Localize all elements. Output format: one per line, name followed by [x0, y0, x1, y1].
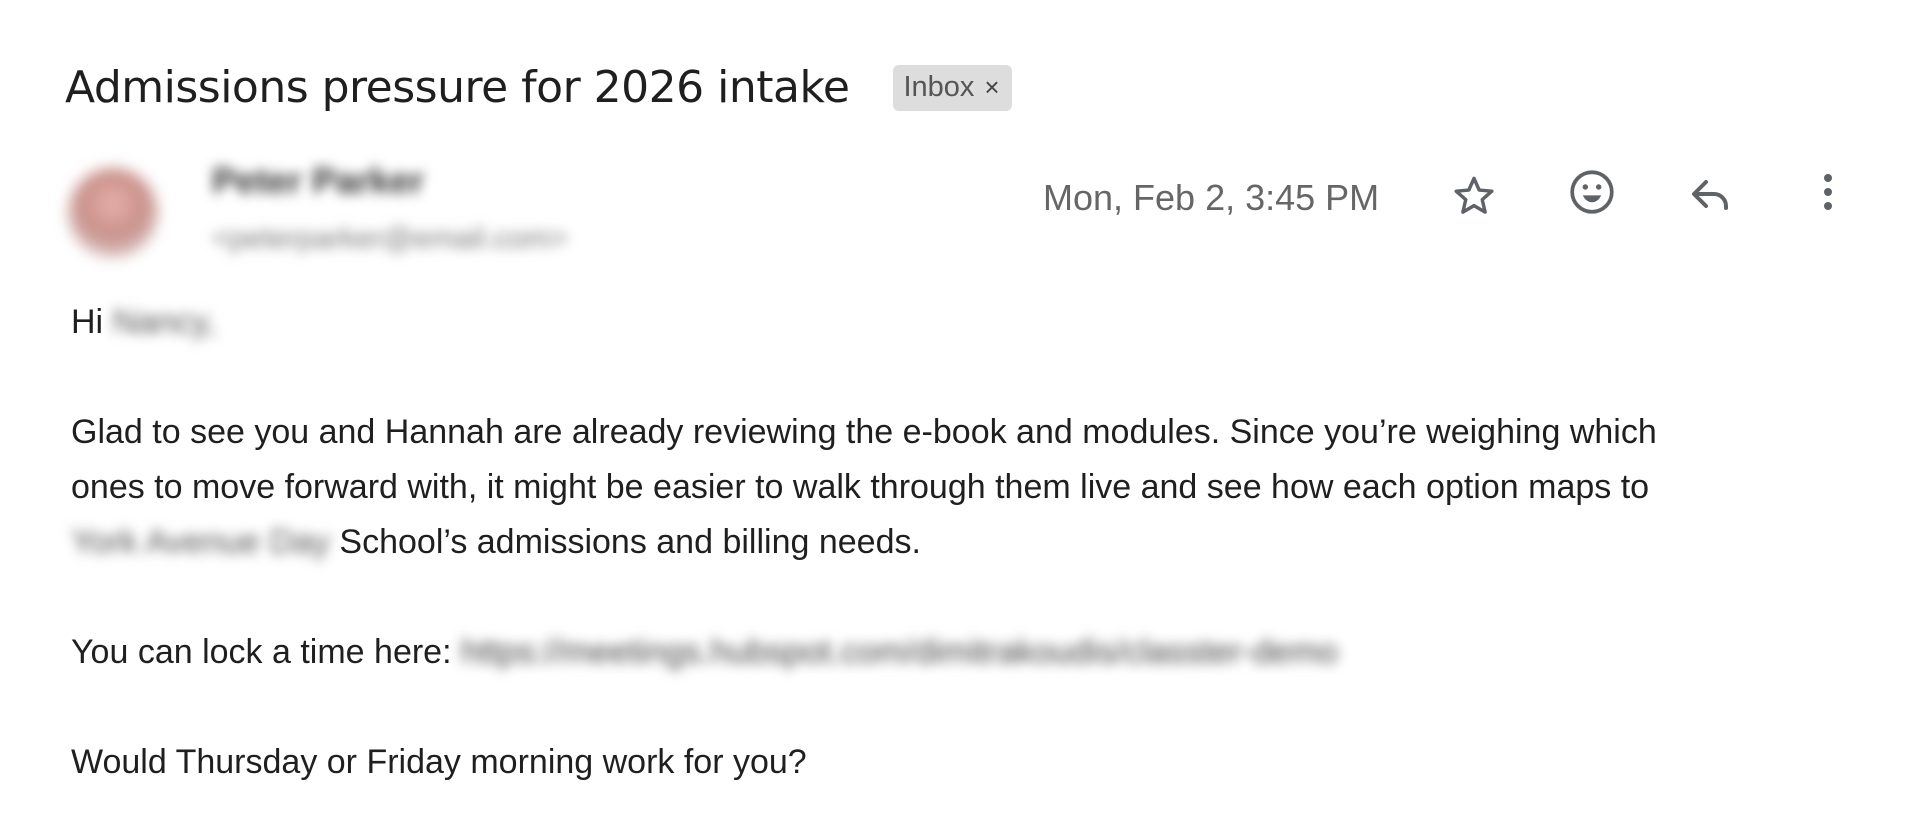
sender-email: <peterparker@email.com> — [212, 222, 568, 255]
greeting-prefix: Hi — [71, 303, 104, 341]
sender-name[interactable]: Peter Parker — [212, 160, 424, 202]
paragraph-1-line-2: ones to move forward with, it might be e… — [71, 468, 1650, 506]
email-subject: Admissions pressure for 2026 intake — [65, 62, 850, 113]
paragraph-2: You can lock a time here: https://meetin… — [71, 625, 1871, 680]
label-chip-text: Inbox — [903, 71, 975, 103]
recipient-name: Nancy, — [112, 303, 216, 341]
meeting-link[interactable]: https://meetings.hubspot.com/dimitrakoud… — [461, 633, 1338, 671]
paragraph-1-line-3: School’s admissions and billing needs. — [329, 523, 921, 561]
paragraph-1-line-1: Glad to see you and Hannah are already r… — [71, 413, 1657, 451]
avatar[interactable] — [68, 168, 158, 258]
paragraph-1: Glad to see you and Hannah are already r… — [71, 405, 1871, 570]
remove-label-icon[interactable]: × — [984, 72, 999, 103]
label-chip-inbox[interactable]: Inbox × — [893, 64, 1012, 111]
emoji-icon[interactable] — [1564, 164, 1620, 220]
reply-icon[interactable] — [1682, 166, 1738, 222]
email-date: Mon, Feb 2, 3:45 PM — [1043, 177, 1380, 218]
subject-row: Admissions pressure for 2026 intake Inbo… — [65, 62, 1012, 113]
paragraph-2-prefix: You can lock a time here: — [71, 633, 461, 671]
email-body: Hi Nancy, Glad to see you and Hannah are… — [71, 295, 1871, 813]
greeting: Hi Nancy, — [71, 295, 1871, 350]
more-vert-icon[interactable] — [1800, 164, 1856, 220]
star-icon[interactable] — [1446, 168, 1502, 224]
email-view: Admissions pressure for 2026 intake Inbo… — [0, 0, 1920, 813]
school-name: York Avenue Day — [71, 523, 330, 561]
paragraph-3: Would Thursday or Friday morning work fo… — [71, 743, 807, 781]
